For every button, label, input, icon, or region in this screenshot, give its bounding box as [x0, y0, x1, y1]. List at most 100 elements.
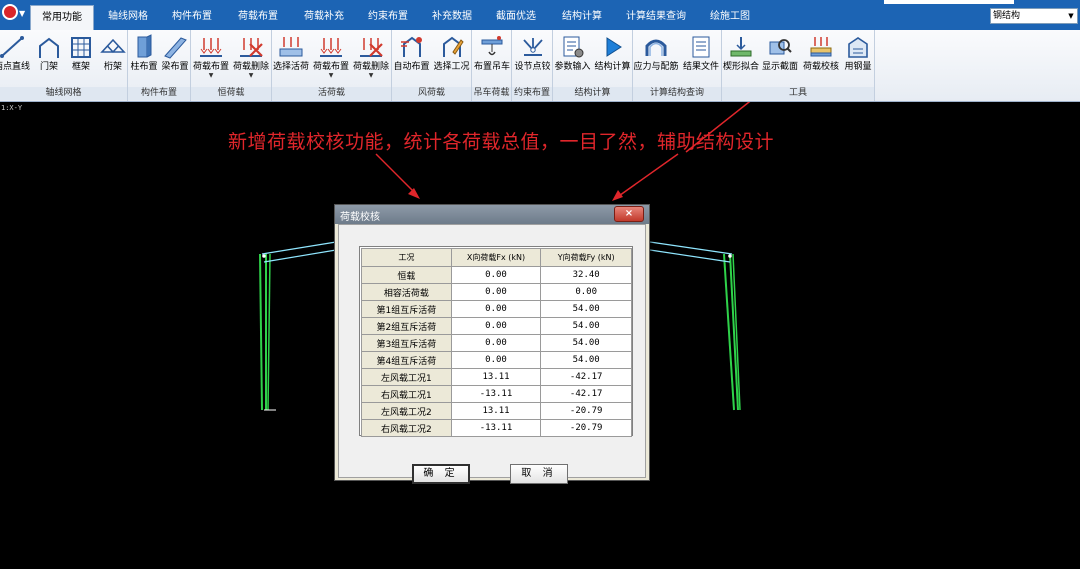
load-case-cell: 相容活荷载 [361, 283, 452, 301]
fx-value-cell: 0.00 [450, 300, 542, 318]
title-input-strip[interactable] [884, 0, 1014, 4]
ribbon-button-label: 布置吊车 [473, 62, 510, 72]
tab-section-optimization[interactable]: 截面优选 [488, 5, 544, 30]
table-row[interactable]: 第3组互斥活荷 0.00 54.00 [361, 334, 632, 352]
ribbon-button-label: 显示截面 [761, 62, 798, 72]
load-check-button[interactable]: 荷载校核 [800, 32, 842, 86]
beam-layout-button[interactable]: 梁布置 [160, 32, 190, 86]
fy-value-cell: 54.00 [540, 300, 632, 318]
parameter-input-button[interactable]: 参数输入 [553, 32, 592, 86]
fx-value-cell: 0.00 [450, 317, 542, 335]
column-header-case: 工况 [361, 248, 452, 267]
column-layout-button[interactable]: 柱布置 [129, 32, 159, 86]
fy-value-cell: 54.00 [540, 334, 632, 352]
tab-member-layout[interactable]: 构件布置 [164, 5, 220, 30]
show-section-button[interactable]: 显示截面 [761, 32, 799, 86]
wedge-fit-button[interactable]: 楔形拟合 [722, 32, 760, 86]
fy-value-cell: -20.79 [540, 419, 632, 437]
set-node-hinge-button[interactable]: 设节点铰 [512, 32, 553, 86]
close-button[interactable]: × [614, 206, 644, 222]
table-row[interactable]: 右风载工况2 -13.11 -20.79 [361, 419, 632, 437]
load-case-cell: 第2组互斥活荷 [361, 317, 452, 335]
tab-common-functions[interactable]: 常用功能 [30, 5, 94, 30]
column-icon [137, 34, 152, 58]
chevron-down-icon: ▼ [368, 72, 374, 79]
ribbon-group-label: 约束布置 [512, 87, 552, 100]
tab-load-layout[interactable]: 荷载布置 [230, 5, 286, 30]
table-row[interactable]: 恒载 0.00 32.40 [361, 266, 632, 284]
wind-select-case-button[interactable]: 选择工况 [432, 32, 471, 86]
tab-supplement-data[interactable]: 补充数据 [424, 5, 480, 30]
wind-auto-layout-button[interactable]: 自动布置 [392, 32, 431, 86]
fy-value-cell: 32.40 [540, 266, 632, 284]
portal-frame-button[interactable]: 门架 [34, 32, 64, 86]
tab-result-query[interactable]: 计算结果查询 [622, 5, 690, 30]
ribbon-button-label: 参数输入 [554, 62, 591, 72]
fy-value-cell: 54.00 [540, 351, 632, 369]
fx-value-cell: -13.11 [450, 419, 542, 437]
fx-value-cell: -13.11 [450, 385, 542, 403]
chevron-down-icon: ▼ [208, 72, 214, 79]
wind-case-icon [442, 36, 464, 57]
load-check-dialog: 荷载校核 × 工况 X向荷载Fx (kN) Y向荷载Fy (kN) 恒载 0.0… [334, 204, 650, 484]
truss-icon [100, 38, 126, 54]
dead-load-layout-button[interactable]: 荷载布置 ▼ [192, 32, 230, 86]
select-live-load-button[interactable]: 选择活荷 [272, 32, 310, 86]
tab-structural-calculation[interactable]: 结构计算 [554, 5, 610, 30]
fx-value-cell: 0.00 [450, 351, 542, 369]
run-calculation-icon [606, 37, 622, 57]
load-summary-grid: 工况 X向荷载Fx (kN) Y向荷载Fy (kN) 恒载 0.00 32.40… [359, 246, 633, 437]
dialog-titlebar[interactable]: 荷载校核 × [335, 205, 649, 224]
load-case-cell: 左风载工况1 [361, 368, 452, 386]
ok-button[interactable]: 确 定 [412, 464, 470, 484]
ribbon-button-label: 楔形拟合 [722, 62, 759, 72]
table-row[interactable]: 左风载工况1 13.11 -42.17 [361, 368, 632, 386]
wind-auto-icon [400, 36, 422, 57]
structure-type-select[interactable]: 钢结构 ▼ [990, 8, 1078, 24]
ribbon-button-label: 荷载校核 [802, 62, 839, 72]
table-row[interactable]: 第1组互斥活荷 0.00 54.00 [361, 300, 632, 318]
column-header-fy: Y向荷载Fy (kN) [540, 248, 632, 267]
result-file-button[interactable]: 结果文件 [681, 32, 721, 86]
chevron-down-icon: ▼ [1068, 12, 1074, 20]
tab-constraint-layout[interactable]: 约束布置 [360, 5, 416, 30]
ribbon-button-label: 自动布置 [393, 62, 430, 72]
fx-value-cell: 0.00 [450, 266, 542, 284]
close-icon: × [624, 208, 634, 219]
ribbon-group-label: 活荷载 [272, 87, 391, 100]
ribbon-button-label: 设节点铰 [514, 62, 551, 72]
tab-axis-grid[interactable]: 轴线网格 [100, 5, 156, 30]
hinge-icon [522, 38, 543, 56]
live-load-layout-button[interactable]: 荷载布置 ▼ [312, 32, 350, 86]
ribbon-tab-bar: ▼ 常用功能 轴线网格 构件布置 荷载布置 荷载补充 约束布置 补充数据 截面优… [0, 0, 1080, 30]
ribbon-group-label: 恒荷载 [191, 87, 271, 100]
load-arrows-icon [320, 38, 342, 57]
tab-load-supplement[interactable]: 荷载补充 [296, 5, 352, 30]
load-arrows-icon [200, 38, 222, 57]
ribbon-group-label: 工具 [722, 87, 874, 100]
load-case-cell: 右风载工况1 [361, 385, 452, 403]
crane-layout-button[interactable]: 布置吊车 [472, 32, 512, 86]
truss-button[interactable]: 桁架 [98, 32, 128, 86]
table-row[interactable]: 右风载工况1 -13.11 -42.17 [361, 385, 632, 403]
ribbon-button-label: 结构计算 [594, 62, 631, 72]
application-menu-button[interactable]: ▼ [0, 0, 30, 28]
table-row[interactable]: 第2组互斥活荷 0.00 54.00 [361, 317, 632, 335]
table-row[interactable]: 第4组互斥活荷 0.00 54.00 [361, 351, 632, 369]
frame-button[interactable]: 框架 [66, 32, 96, 86]
steel-usage-button[interactable]: 用钢量 [842, 32, 874, 86]
load-case-cell: 第4组互斥活荷 [361, 351, 452, 369]
table-row[interactable]: 相容活荷载 0.00 0.00 [361, 283, 632, 301]
ribbon-button-label: 两点直线 [0, 62, 30, 72]
cancel-button[interactable]: 取 消 [510, 464, 568, 484]
dead-load-delete-button[interactable]: 荷载删除 ▼ [232, 32, 270, 86]
tab-construction-drawing[interactable]: 绘施工图 [702, 5, 758, 30]
run-structural-calculation-button[interactable]: 结构计算 [593, 32, 632, 86]
dialog-title: 荷载校核 [340, 212, 380, 223]
stress-reinforcement-button[interactable]: 应力与配筋 [633, 32, 679, 86]
two-point-line-button[interactable]: 两点直线 [0, 32, 32, 86]
ribbon-group-result-query: 应力与配筋 结果文件 计算结构查询 [633, 30, 722, 101]
table-row[interactable]: 左风载工况2 13.11 -20.79 [361, 402, 632, 420]
line-icon [0, 36, 24, 58]
live-load-delete-button[interactable]: 荷载删除 ▼ [352, 32, 390, 86]
